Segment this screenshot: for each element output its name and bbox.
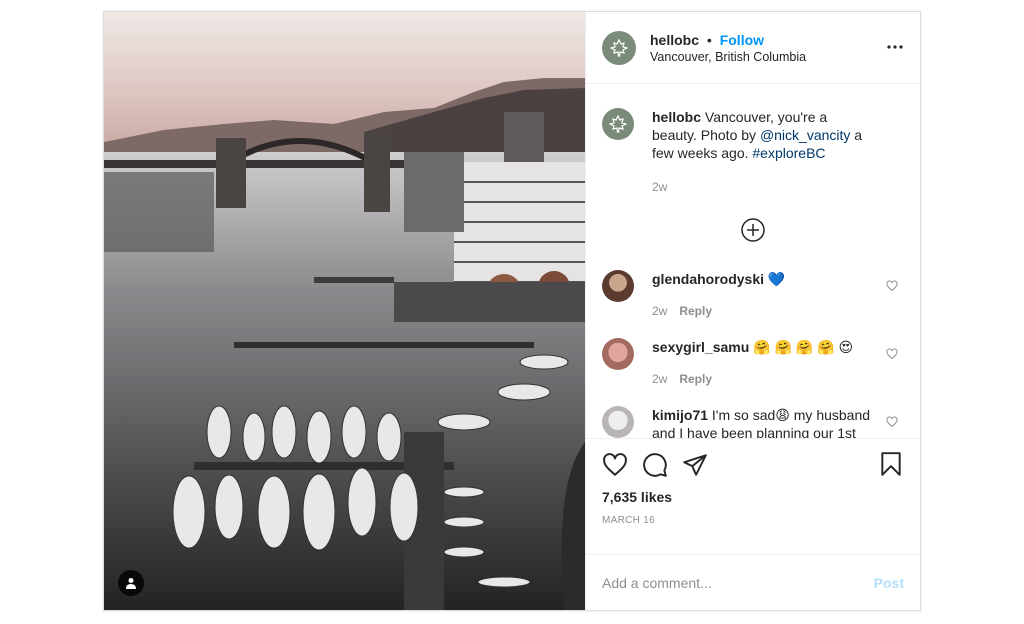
post-comment-button[interactable]: Post (874, 575, 904, 591)
caption-username[interactable]: hellobc (652, 109, 701, 125)
comment-like-icon[interactable] (886, 348, 898, 360)
maple-leaf-icon (609, 115, 627, 133)
comment-like-icon[interactable] (886, 280, 898, 292)
comments-list[interactable]: hellobc Vancouver, you're a beauty. Phot… (586, 84, 920, 438)
separator-dot: • (706, 31, 712, 48)
comment-time[interactable]: 2w (652, 304, 667, 318)
mention-link[interactable]: @nick_vancity (760, 127, 850, 143)
comment-meta: 2w Reply (652, 302, 874, 320)
account-username[interactable]: hellobc (650, 32, 699, 48)
comment-body: glendahorodyski 💙 2w Reply (652, 270, 904, 320)
comment-text: 💙 (767, 271, 786, 287)
add-comment-bar: Post (586, 554, 920, 610)
comment-time[interactable]: 2w (652, 372, 667, 386)
send-icon[interactable] (682, 452, 708, 478)
reply-button[interactable]: Reply (679, 372, 712, 386)
commenter-avatar[interactable] (602, 406, 634, 438)
location-link[interactable]: Vancouver, British Columbia (650, 50, 806, 64)
comment-body: sexygirl_samu 🤗 🤗 🤗 🤗 😍 2w Reply (652, 338, 904, 388)
post-actions: 7,635 likes MARCH 16 (586, 438, 920, 554)
user-tag-icon (126, 578, 136, 589)
action-icons (602, 447, 904, 483)
comment-meta: 2w Reply (652, 370, 874, 388)
tag-people-button[interactable] (118, 570, 144, 596)
comment-like-icon[interactable] (886, 416, 898, 428)
caption-body: hellobc Vancouver, you're a beauty. Phot… (652, 108, 904, 196)
caption-meta: 2w (652, 178, 874, 196)
commenter-username[interactable]: glendahorodyski (652, 271, 764, 287)
instagram-post: hellobc • Follow Vancouver, British Colu… (103, 11, 921, 611)
header-text: hellobc • Follow Vancouver, British Colu… (650, 32, 806, 64)
comment-item: glendahorodyski 💙 2w Reply (602, 270, 904, 320)
caption: hellobc Vancouver, you're a beauty. Phot… (602, 108, 904, 196)
hashtag-link[interactable]: #exploreBC (752, 145, 825, 161)
follow-button[interactable]: Follow (720, 32, 764, 48)
caption-avatar[interactable] (602, 108, 634, 140)
bookmark-icon[interactable] (878, 451, 904, 477)
heart-icon[interactable] (602, 452, 628, 478)
post-photo[interactable] (104, 12, 585, 610)
commenter-username[interactable]: sexygirl_samu (652, 339, 749, 355)
post-header: hellobc • Follow Vancouver, British Colu… (586, 12, 920, 84)
load-more-comments-button[interactable] (602, 218, 904, 242)
comment-item: kimijo71 I'm so sad😩 my husband and I ha… (602, 406, 904, 438)
caption-time[interactable]: 2w (652, 180, 667, 194)
maple-leaf-icon (610, 38, 628, 57)
commenter-username[interactable]: kimijo71 (652, 407, 708, 423)
commenter-avatar[interactable] (602, 270, 634, 302)
reply-button[interactable]: Reply (679, 304, 712, 318)
comment-icon[interactable] (642, 452, 668, 478)
post-side-panel: hellobc • Follow Vancouver, British Colu… (585, 12, 920, 610)
comment-text: 🤗 🤗 🤗 🤗 😍 (753, 339, 854, 355)
post-date[interactable]: MARCH 16 (602, 515, 904, 526)
comment-input[interactable] (602, 574, 874, 591)
account-avatar[interactable] (602, 30, 636, 65)
photo-illustration (104, 12, 585, 610)
likes-count[interactable]: 7,635 likes (602, 489, 904, 505)
comment-item: sexygirl_samu 🤗 🤗 🤗 🤗 😍 2w Reply (602, 338, 904, 388)
plus-circle-icon (741, 218, 765, 242)
commenter-avatar[interactable] (602, 338, 634, 370)
comment-body: kimijo71 I'm so sad😩 my husband and I ha… (652, 406, 904, 438)
more-options-icon[interactable] (886, 38, 904, 56)
